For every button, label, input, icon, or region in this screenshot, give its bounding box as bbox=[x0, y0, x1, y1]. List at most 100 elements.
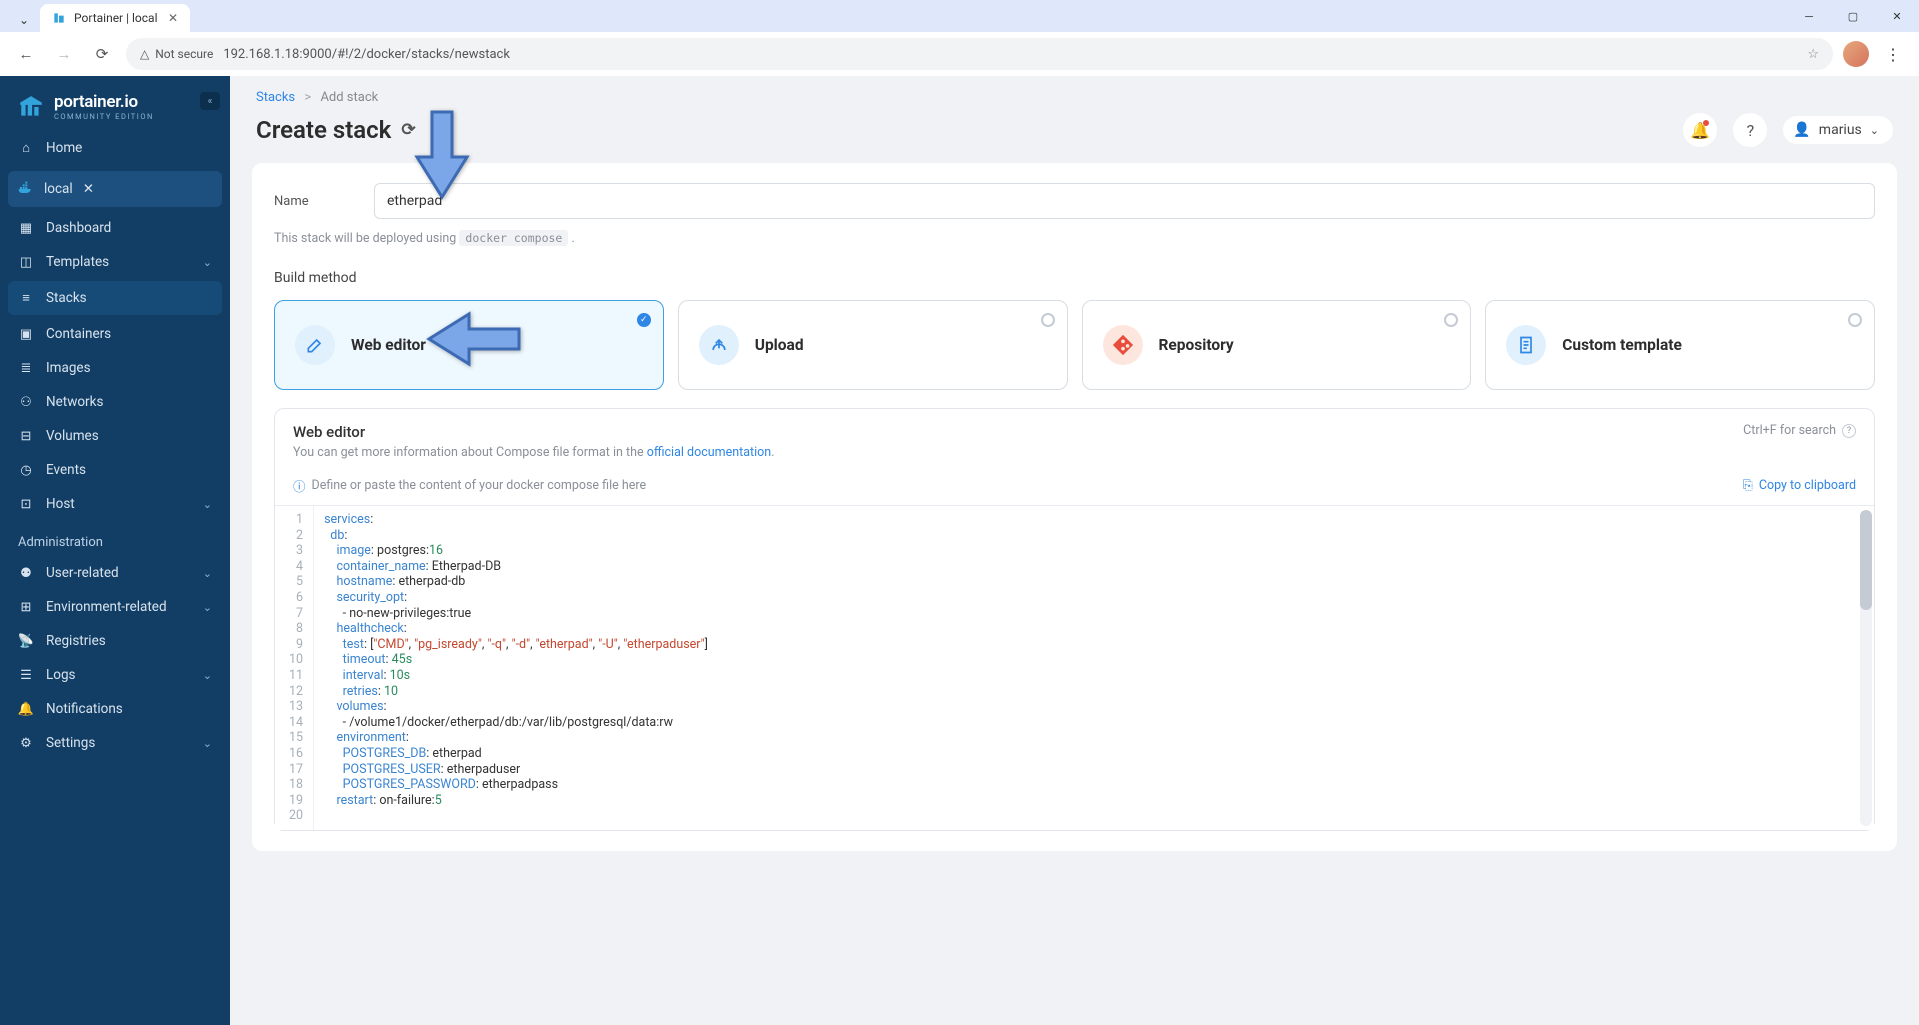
browser-menu-button[interactable]: ⋮ bbox=[1879, 40, 1907, 68]
radio-unchecked-icon bbox=[1444, 313, 1458, 327]
tab-favicon-icon bbox=[52, 11, 66, 25]
build-method-heading: Build method bbox=[274, 270, 1875, 286]
scrollbar-thumb[interactable] bbox=[1860, 510, 1872, 610]
sidebar-item-label: Notifications bbox=[46, 701, 123, 717]
sidebar-item-containers[interactable]: ▣ Containers bbox=[0, 317, 230, 351]
upload-icon bbox=[699, 325, 739, 365]
chevron-down-icon: ⌄ bbox=[203, 669, 212, 682]
breadcrumb-root-link[interactable]: Stacks bbox=[256, 90, 295, 105]
warning-icon: △ bbox=[140, 47, 149, 61]
refresh-icon[interactable]: ⟳ bbox=[401, 120, 415, 140]
user-icon: 👤 bbox=[1793, 122, 1810, 138]
info-icon: ⓘ bbox=[293, 476, 306, 495]
sidebar-item-env-related[interactable]: ⊞ Environment-related ⌄ bbox=[0, 590, 230, 624]
sidebar-item-dashboard[interactable]: ▦ Dashboard bbox=[0, 211, 230, 245]
url-text: 192.168.1.18:9000/#!/2/docker/stacks/new… bbox=[223, 47, 1797, 62]
sidebar-item-host[interactable]: ⊡ Host ⌄ bbox=[0, 487, 230, 521]
method-repository[interactable]: Repository bbox=[1082, 300, 1472, 390]
code-body[interactable]: services: db: image: postgres:16 contain… bbox=[314, 506, 1874, 830]
deploy-hint: This stack will be deployed using docker… bbox=[274, 231, 1875, 246]
code-editor[interactable]: 1234567891011121314151617181920 services… bbox=[275, 505, 1874, 830]
search-hint: Ctrl+F for search ? bbox=[1743, 423, 1856, 438]
sidebar-item-label: Dashboard bbox=[46, 220, 111, 236]
environment-icon: ⊞ bbox=[18, 600, 34, 615]
templates-icon: ◫ bbox=[18, 255, 34, 270]
sidebar-item-label: Registries bbox=[46, 633, 106, 649]
create-stack-card: Name This stack will be deployed using d… bbox=[252, 163, 1897, 851]
networks-icon: ⚇ bbox=[18, 395, 34, 410]
notifications-button[interactable]: 🔔 bbox=[1683, 113, 1717, 147]
url-bar[interactable]: △ Not secure 192.168.1.18:9000/#!/2/dock… bbox=[126, 38, 1833, 70]
nav-back-button[interactable]: ← bbox=[12, 40, 40, 68]
security-label: Not secure bbox=[155, 47, 213, 61]
chevron-down-icon: ⌄ bbox=[203, 601, 212, 614]
sidebar-item-events[interactable]: ◷ Events bbox=[0, 453, 230, 487]
sidebar-item-templates[interactable]: ◫ Templates ⌄ bbox=[0, 245, 230, 279]
sidebar-logo[interactable]: portainer.io COMMUNITY EDITION « bbox=[0, 76, 230, 131]
page-header: Create stack ⟳ 🔔 ? 👤 marius ⌄ bbox=[230, 109, 1919, 163]
copy-icon: ⎘ bbox=[1743, 478, 1753, 493]
sidebar-environment[interactable]: local ✕ bbox=[8, 171, 222, 207]
page-title-text: Create stack bbox=[256, 116, 391, 144]
window-minimize-button[interactable]: ─ bbox=[1787, 0, 1831, 32]
containers-icon: ▣ bbox=[18, 327, 34, 342]
home-icon: ⌂ bbox=[18, 140, 34, 156]
browser-toolbar: ← → ⟳ △ Not secure 192.168.1.18:9000/#!/… bbox=[0, 32, 1919, 76]
help-icon: ? bbox=[1747, 121, 1755, 140]
dashboard-icon: ▦ bbox=[18, 221, 34, 236]
web-editor-section: Web editor You can get more information … bbox=[274, 408, 1875, 831]
radio-checked-icon: ✓ bbox=[637, 313, 651, 327]
name-label: Name bbox=[274, 194, 334, 209]
editor-subtitle: You can get more information about Compo… bbox=[293, 445, 775, 460]
sidebar-item-networks[interactable]: ⚇ Networks bbox=[0, 385, 230, 419]
sidebar-collapse-button[interactable]: « bbox=[200, 92, 220, 110]
profile-avatar-button[interactable] bbox=[1843, 41, 1869, 67]
sidebar-item-registries[interactable]: 📡 Registries bbox=[0, 624, 230, 658]
window-maximize-button[interactable]: ▢ bbox=[1831, 0, 1875, 32]
tab-close-icon[interactable]: ✕ bbox=[168, 11, 178, 25]
sidebar-item-user-related[interactable]: ⚉ User-related ⌄ bbox=[0, 556, 230, 590]
stack-name-input[interactable] bbox=[374, 183, 1875, 219]
security-indicator[interactable]: △ Not secure bbox=[140, 47, 213, 61]
method-label: Custom template bbox=[1562, 336, 1682, 354]
placeholder-hint-text: Define or paste the content of your dock… bbox=[312, 478, 647, 493]
help-icon[interactable]: ? bbox=[1842, 424, 1856, 438]
nav-reload-button[interactable]: ⟳ bbox=[88, 40, 116, 68]
sidebar-item-images[interactable]: ≣ Images bbox=[0, 351, 230, 385]
sidebar-item-label: Logs bbox=[46, 667, 76, 683]
chevron-down-icon: ⌄ bbox=[1870, 124, 1879, 137]
sidebar-item-settings[interactable]: ⚙ Settings ⌄ bbox=[0, 726, 230, 760]
sidebar-item-stacks[interactable]: ≡ Stacks bbox=[8, 281, 222, 315]
editor-title: Web editor bbox=[293, 423, 775, 441]
sidebar-item-label: Networks bbox=[46, 394, 103, 410]
sidebar-item-notifications[interactable]: 🔔 Notifications bbox=[0, 692, 230, 726]
method-upload[interactable]: Upload bbox=[678, 300, 1068, 390]
deploy-hint-code: docker compose bbox=[459, 230, 568, 246]
sidebar-item-volumes[interactable]: ⊟ Volumes bbox=[0, 419, 230, 453]
environment-close-icon[interactable]: ✕ bbox=[83, 181, 94, 197]
logo-text: portainer.io bbox=[54, 92, 154, 112]
bell-icon: 🔔 bbox=[18, 702, 34, 717]
official-docs-link[interactable]: official documentation bbox=[647, 445, 771, 460]
sidebar-item-home[interactable]: ⌂ Home bbox=[0, 131, 230, 165]
browser-tab[interactable]: Portainer | local ✕ bbox=[40, 4, 190, 32]
sidebar-item-logs[interactable]: ☰ Logs ⌄ bbox=[0, 658, 230, 692]
user-name: marius bbox=[1819, 122, 1862, 138]
copy-to-clipboard-button[interactable]: ⎘ Copy to clipboard bbox=[1743, 478, 1856, 493]
deploy-hint-prefix: This stack will be deployed using bbox=[274, 231, 459, 246]
method-custom-template[interactable]: Custom template bbox=[1485, 300, 1875, 390]
method-label: Web editor bbox=[351, 336, 426, 354]
method-label: Repository bbox=[1159, 336, 1234, 354]
window-close-button[interactable]: ✕ bbox=[1875, 0, 1919, 32]
tab-search-dropdown[interactable]: ⌄ bbox=[12, 8, 36, 32]
portainer-logo-icon bbox=[18, 94, 44, 120]
nav-forward-button[interactable]: → bbox=[50, 40, 78, 68]
copy-label: Copy to clipboard bbox=[1759, 478, 1856, 493]
browser-tab-strip: ⌄ Portainer | local ✕ ─ ▢ ✕ bbox=[0, 0, 1919, 32]
search-hint-text: Ctrl+F for search bbox=[1743, 423, 1836, 438]
method-web-editor[interactable]: Web editor ✓ bbox=[274, 300, 664, 390]
user-menu[interactable]: 👤 marius ⌄ bbox=[1783, 116, 1893, 144]
help-button[interactable]: ? bbox=[1733, 113, 1767, 147]
edit-icon bbox=[295, 325, 335, 365]
bookmark-star-icon[interactable]: ☆ bbox=[1807, 47, 1819, 62]
